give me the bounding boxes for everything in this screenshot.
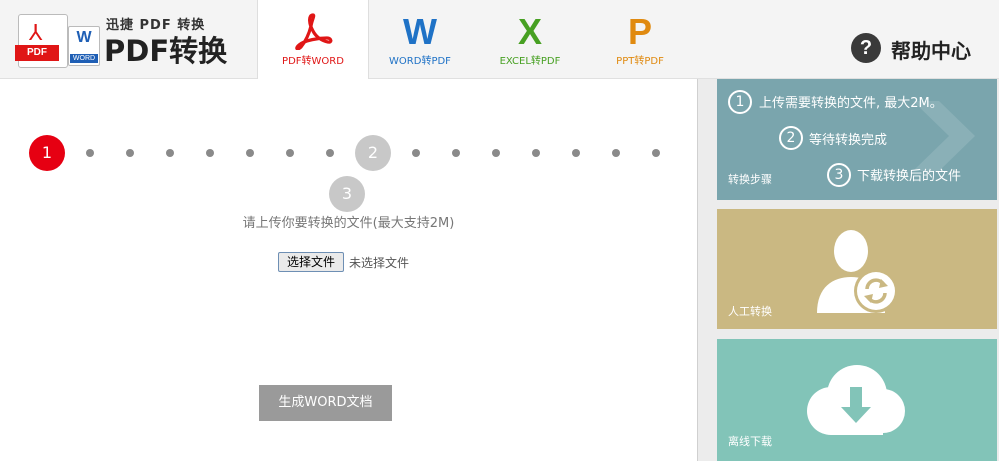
step-number-2: 2 bbox=[779, 126, 803, 150]
tab-word-to-pdf[interactable]: W WORD转PDF bbox=[365, 0, 475, 78]
help-center-label: 帮助中心 bbox=[891, 39, 971, 63]
step-dot bbox=[412, 149, 420, 157]
step-dot bbox=[452, 149, 460, 157]
word-doc-icon: W WORD bbox=[68, 26, 100, 66]
manual-conversion-panel[interactable]: 人工转换 bbox=[717, 209, 997, 329]
tab-label: EXCEL转PDF bbox=[499, 56, 561, 67]
step-1-indicator: 1 bbox=[29, 135, 65, 171]
step-dot bbox=[166, 149, 174, 157]
offline-panel-title: 离线下载 bbox=[728, 435, 772, 448]
pdf-badge: PDF bbox=[15, 45, 59, 61]
app-logo[interactable]: ⅄ PDF W WORD 迅捷 PDF 转换 PDF转换器 bbox=[14, 12, 244, 110]
offline-download-panel[interactable]: 离线下载 bbox=[717, 339, 997, 461]
help-icon: ? bbox=[851, 33, 881, 63]
sidebar: 1 上传需要转换的文件, 最大2M。 2 等待转换完成 3 下载转换后的文件 转… bbox=[698, 79, 999, 461]
step-dot bbox=[126, 149, 134, 157]
tab-label: PPT转PDF bbox=[616, 56, 664, 67]
step-dot bbox=[572, 149, 580, 157]
step-dot bbox=[86, 149, 94, 157]
step-dot bbox=[612, 149, 620, 157]
manual-panel-title: 人工转换 bbox=[728, 305, 772, 318]
step-dot bbox=[652, 149, 660, 157]
chevron-right-icon bbox=[913, 101, 975, 171]
tab-excel-to-pdf[interactable]: X EXCEL转PDF bbox=[475, 0, 585, 78]
step-number-3: 3 bbox=[827, 163, 851, 187]
tab-ppt-to-pdf[interactable]: P PPT转PDF bbox=[585, 0, 695, 78]
excel-icon: X bbox=[517, 11, 542, 52]
user-refresh-icon bbox=[817, 230, 898, 313]
converter-panel: 1 2 3 请上传你要转换的文件(最大支持2M) 选择文件 未选择文件 生成WO… bbox=[0, 79, 698, 461]
tab-label: PDF转WORD bbox=[282, 56, 344, 67]
step-text-1: 上传需要转换的文件, 最大2M。 bbox=[759, 96, 943, 111]
word-badge: WORD bbox=[70, 54, 98, 63]
tab-label: WORD转PDF bbox=[389, 56, 451, 67]
file-status: 未选择文件 bbox=[349, 256, 410, 270]
choose-file-button[interactable]: 选择文件 bbox=[278, 252, 344, 272]
step-2-indicator: 2 bbox=[355, 135, 391, 171]
upload-instruction: 请上传你要转换的文件(最大支持2M) bbox=[242, 216, 455, 231]
ppt-icon: P bbox=[627, 11, 652, 52]
steps-panel-title: 转换步骤 bbox=[728, 173, 772, 186]
word-icon: W bbox=[403, 11, 437, 52]
cloud-download-icon bbox=[807, 365, 905, 435]
step-dot bbox=[206, 149, 214, 157]
tab-pdf-to-word[interactable]: PDF转WORD bbox=[257, 0, 369, 79]
step-dot bbox=[246, 149, 254, 157]
pdf-doc-icon: ⅄ PDF bbox=[15, 14, 68, 68]
conversion-steps-panel: 1 上传需要转换的文件, 最大2M。 2 等待转换完成 3 下载转换后的文件 转… bbox=[717, 79, 997, 200]
header: ⅄ PDF W WORD 迅捷 PDF 转换 PDF转换器 PDF转WORD W… bbox=[0, 0, 999, 110]
step-text-3: 下载转换后的文件 bbox=[857, 169, 962, 184]
step-3-indicator: 3 bbox=[329, 176, 365, 212]
generate-word-button[interactable]: 生成WORD文档 bbox=[259, 385, 392, 421]
step-number-1: 1 bbox=[728, 90, 752, 114]
step-dot bbox=[492, 149, 500, 157]
step-dot bbox=[532, 149, 540, 157]
step-text-2: 等待转换完成 bbox=[809, 133, 888, 148]
step-dot bbox=[326, 149, 334, 157]
step-dot bbox=[286, 149, 294, 157]
acrobat-icon bbox=[295, 13, 333, 50]
